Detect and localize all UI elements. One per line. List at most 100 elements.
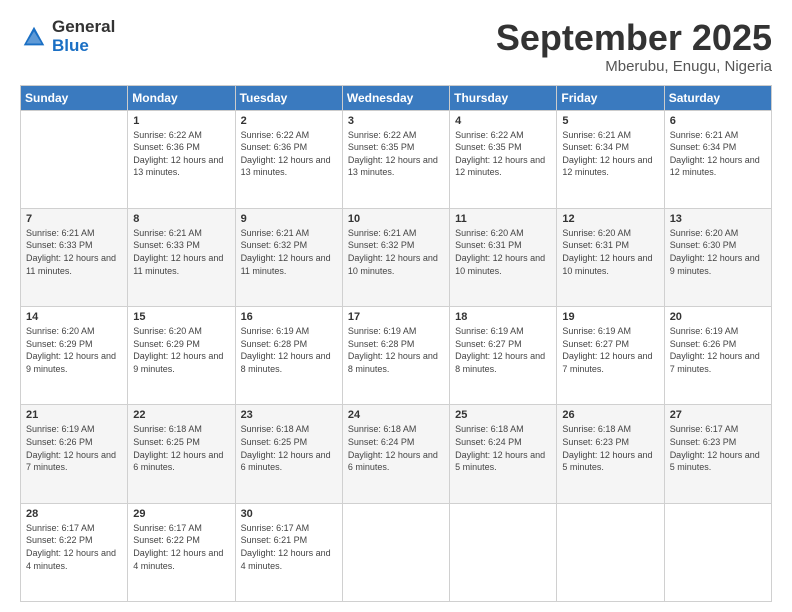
page: General Blue September 2025 Mberubu, Enu… (0, 0, 792, 612)
day-info: Sunrise: 6:21 AMSunset: 6:32 PMDaylight:… (241, 227, 337, 277)
header: General Blue September 2025 Mberubu, Enu… (20, 18, 772, 75)
calendar-cell (450, 503, 557, 601)
weekday-header: Monday (128, 85, 235, 110)
weekday-header: Thursday (450, 85, 557, 110)
day-info: Sunrise: 6:18 AMSunset: 6:24 PMDaylight:… (348, 423, 444, 473)
day-number: 13 (670, 213, 766, 225)
day-number: 6 (670, 115, 766, 127)
calendar-cell: 9Sunrise: 6:21 AMSunset: 6:32 PMDaylight… (235, 208, 342, 306)
day-info: Sunrise: 6:20 AMSunset: 6:31 PMDaylight:… (455, 227, 551, 277)
day-number: 5 (562, 115, 658, 127)
day-info: Sunrise: 6:22 AMSunset: 6:36 PMDaylight:… (133, 129, 229, 179)
calendar-cell (342, 503, 449, 601)
day-number: 2 (241, 115, 337, 127)
weekday-header: Tuesday (235, 85, 342, 110)
calendar-cell: 12 Sunrise: 6:20 AMSunset: 6:31 PMDayligh… (557, 208, 664, 306)
calendar-cell: 18Sunrise: 6:19 AMSunset: 6:27 PMDayligh… (450, 307, 557, 405)
day-info: Sunrise: 6:19 AMSunset: 6:27 PMDaylight:… (562, 325, 658, 375)
calendar-cell: 22Sunrise: 6:18 AMSunset: 6:25 PMDayligh… (128, 405, 235, 503)
day-info: Sunrise: 6:21 AMSunset: 6:34 PMDaylight:… (670, 129, 766, 179)
day-number: 27 (670, 409, 766, 421)
day-number: 20 (670, 311, 766, 323)
calendar-week-row: 14 Sunrise: 6:20 AMSunset: 6:29 PMDayligh… (21, 307, 772, 405)
day-number: 24 (348, 409, 444, 421)
logo-icon (20, 23, 48, 51)
day-info: Sunrise: 6:21 AMSunset: 6:32 PMDaylight:… (348, 227, 444, 277)
calendar-cell: 14 Sunrise: 6:20 AMSunset: 6:29 PMDayligh… (21, 307, 128, 405)
calendar-cell: 10 Sunrise: 6:21 AMSunset: 6:32 PMDayligh… (342, 208, 449, 306)
day-info: Sunrise: 6:22 AMSunset: 6:35 PMDaylight:… (348, 129, 444, 179)
calendar-cell: 19Sunrise: 6:19 AMSunset: 6:27 PMDayligh… (557, 307, 664, 405)
calendar-cell: 20Sunrise: 6:19 AMSunset: 6:26 PMDayligh… (664, 307, 771, 405)
calendar-week-row: 1 Sunrise: 6:22 AMSunset: 6:36 PMDaylight… (21, 110, 772, 208)
day-number: 22 (133, 409, 229, 421)
calendar-cell: 28 Sunrise: 6:17 AMSunset: 6:22 PMDayligh… (21, 503, 128, 601)
day-number: 21 (26, 409, 122, 421)
day-number: 11 (455, 213, 551, 225)
day-info: Sunrise: 6:21 AMSunset: 6:33 PMDaylight:… (133, 227, 229, 277)
day-number: 29 (133, 508, 229, 520)
calendar-cell: 16Sunrise: 6:19 AMSunset: 6:28 PMDayligh… (235, 307, 342, 405)
day-number: 12 (562, 213, 658, 225)
logo-general: General (52, 18, 115, 37)
calendar-cell: 24 Sunrise: 6:18 AMSunset: 6:24 PMDayligh… (342, 405, 449, 503)
weekday-header-row: SundayMondayTuesdayWednesdayThursdayFrid… (21, 85, 772, 110)
day-info: Sunrise: 6:17 AMSunset: 6:23 PMDaylight:… (670, 423, 766, 473)
calendar-cell: 29 Sunrise: 6:17 AMSunset: 6:22 PMDayligh… (128, 503, 235, 601)
day-info: Sunrise: 6:17 AMSunset: 6:21 PMDaylight:… (241, 522, 337, 572)
day-info: Sunrise: 6:19 AMSunset: 6:27 PMDaylight:… (455, 325, 551, 375)
day-number: 3 (348, 115, 444, 127)
calendar-cell: 25 Sunrise: 6:18 AMSunset: 6:24 PMDayligh… (450, 405, 557, 503)
day-number: 23 (241, 409, 337, 421)
day-info: Sunrise: 6:17 AMSunset: 6:22 PMDaylight:… (133, 522, 229, 572)
calendar-cell: 2 Sunrise: 6:22 AMSunset: 6:36 PMDaylight… (235, 110, 342, 208)
day-info: Sunrise: 6:22 AMSunset: 6:36 PMDaylight:… (241, 129, 337, 179)
calendar-cell: 1 Sunrise: 6:22 AMSunset: 6:36 PMDaylight… (128, 110, 235, 208)
calendar-cell: 21Sunrise: 6:19 AMSunset: 6:26 PMDayligh… (21, 405, 128, 503)
day-info: Sunrise: 6:20 AMSunset: 6:31 PMDaylight:… (562, 227, 658, 277)
calendar-cell: 3 Sunrise: 6:22 AMSunset: 6:35 PMDaylight… (342, 110, 449, 208)
day-info: Sunrise: 6:20 AMSunset: 6:29 PMDaylight:… (133, 325, 229, 375)
day-number: 8 (133, 213, 229, 225)
calendar-week-row: 21Sunrise: 6:19 AMSunset: 6:26 PMDayligh… (21, 405, 772, 503)
calendar-cell (21, 110, 128, 208)
day-number: 4 (455, 115, 551, 127)
day-info: Sunrise: 6:20 AMSunset: 6:30 PMDaylight:… (670, 227, 766, 277)
weekday-header: Friday (557, 85, 664, 110)
day-info: Sunrise: 6:21 AMSunset: 6:33 PMDaylight:… (26, 227, 122, 277)
day-number: 7 (26, 213, 122, 225)
day-info: Sunrise: 6:18 AMSunset: 6:24 PMDaylight:… (455, 423, 551, 473)
calendar-cell (557, 503, 664, 601)
day-info: Sunrise: 6:18 AMSunset: 6:25 PMDaylight:… (241, 423, 337, 473)
calendar-week-row: 7 Sunrise: 6:21 AMSunset: 6:33 PMDaylight… (21, 208, 772, 306)
day-info: Sunrise: 6:21 AMSunset: 6:34 PMDaylight:… (562, 129, 658, 179)
day-info: Sunrise: 6:19 AMSunset: 6:28 PMDaylight:… (241, 325, 337, 375)
day-info: Sunrise: 6:20 AMSunset: 6:29 PMDaylight:… (26, 325, 122, 375)
day-number: 10 (348, 213, 444, 225)
day-number: 1 (133, 115, 229, 127)
month-title: September 2025 (496, 18, 772, 58)
day-number: 15 (133, 311, 229, 323)
title-block: September 2025 Mberubu, Enugu, Nigeria (496, 18, 772, 75)
calendar-cell: 26 Sunrise: 6:18 AMSunset: 6:23 PMDayligh… (557, 405, 664, 503)
calendar: SundayMondayTuesdayWednesdayThursdayFrid… (20, 85, 772, 602)
calendar-cell: 17Sunrise: 6:19 AMSunset: 6:28 PMDayligh… (342, 307, 449, 405)
calendar-cell (664, 503, 771, 601)
calendar-cell: 6 Sunrise: 6:21 AMSunset: 6:34 PMDaylight… (664, 110, 771, 208)
calendar-cell: 4Sunrise: 6:22 AMSunset: 6:35 PMDaylight… (450, 110, 557, 208)
calendar-cell: 11 Sunrise: 6:20 AMSunset: 6:31 PMDayligh… (450, 208, 557, 306)
day-number: 14 (26, 311, 122, 323)
weekday-header: Sunday (21, 85, 128, 110)
calendar-cell: 23 Sunrise: 6:18 AMSunset: 6:25 PMDayligh… (235, 405, 342, 503)
location: Mberubu, Enugu, Nigeria (496, 58, 772, 75)
day-number: 25 (455, 409, 551, 421)
logo-text: General Blue (52, 18, 115, 55)
day-info: Sunrise: 6:18 AMSunset: 6:23 PMDaylight:… (562, 423, 658, 473)
calendar-cell: 13 Sunrise: 6:20 AMSunset: 6:30 PMDayligh… (664, 208, 771, 306)
calendar-week-row: 28 Sunrise: 6:17 AMSunset: 6:22 PMDayligh… (21, 503, 772, 601)
calendar-cell: 8 Sunrise: 6:21 AMSunset: 6:33 PMDaylight… (128, 208, 235, 306)
day-number: 26 (562, 409, 658, 421)
day-number: 28 (26, 508, 122, 520)
weekday-header: Wednesday (342, 85, 449, 110)
day-info: Sunrise: 6:17 AMSunset: 6:22 PMDaylight:… (26, 522, 122, 572)
